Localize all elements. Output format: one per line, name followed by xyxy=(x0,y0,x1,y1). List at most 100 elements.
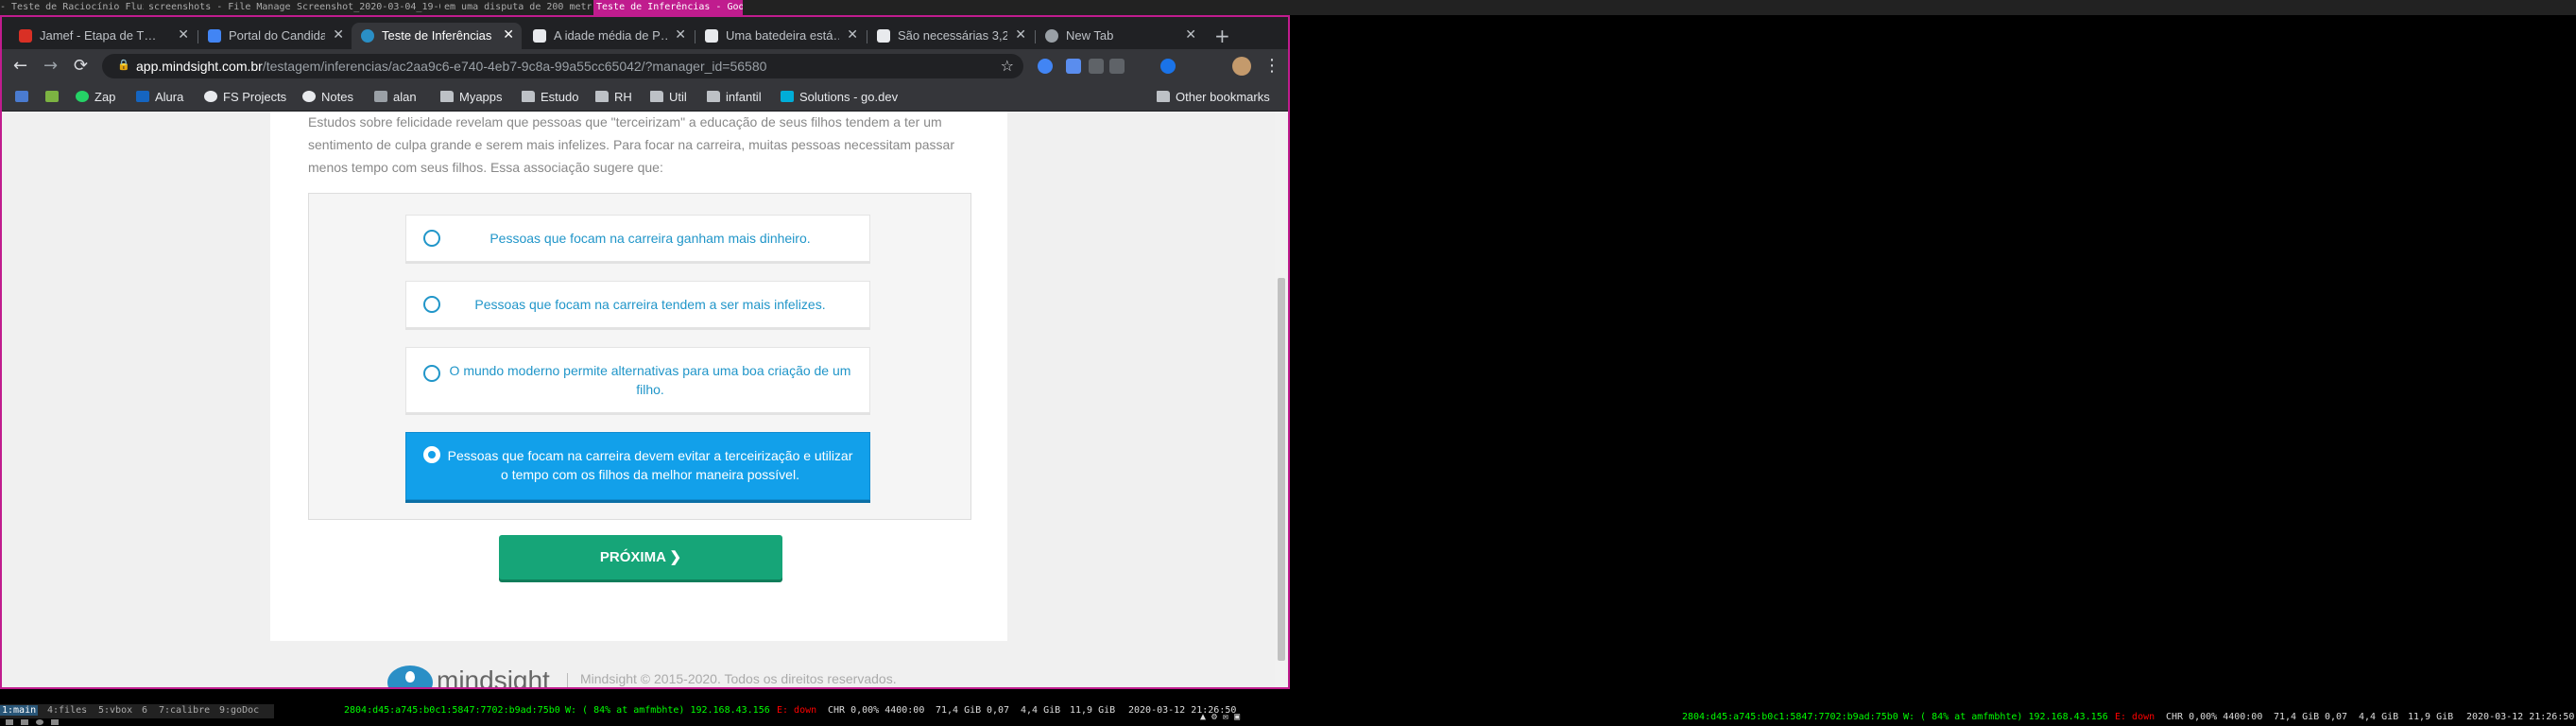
bookmark-star-icon[interactable]: ☆ xyxy=(1001,57,1014,75)
memory-status: 71,4 GiB xyxy=(936,705,982,716)
window-title[interactable]: em uma disputa de 200 metros rasos entre… xyxy=(444,2,592,12)
extension-icon[interactable] xyxy=(1160,59,1176,74)
terminal-icon[interactable] xyxy=(6,719,13,725)
tab-teste-inferencias[interactable]: Teste de Inferências ✕ xyxy=(352,23,522,49)
bookmark-go-dev[interactable]: Solutions - go.dev xyxy=(781,90,898,104)
bookmark-notes[interactable]: Notes xyxy=(302,90,353,104)
tab-label: New Tab xyxy=(1066,28,1114,43)
page-scrollbar[interactable] xyxy=(1275,112,1288,687)
page-viewport: Estudos sobre felicidade revelam que pes… xyxy=(2,112,1275,689)
reload-icon[interactable]: ⟳ xyxy=(74,56,88,76)
bookmark-folder-rh[interactable]: RH xyxy=(595,90,632,104)
window-title[interactable]: - Teste de Raciocínio Fluido | DISCUTIND… xyxy=(0,2,144,12)
other-bookmarks[interactable]: Other bookmarks xyxy=(1157,90,1270,104)
close-tab-icon[interactable]: ✕ xyxy=(1185,26,1196,43)
bookmark-dd[interactable] xyxy=(45,90,59,104)
back-icon[interactable]: ← xyxy=(13,56,27,76)
url-text[interactable]: app.mindsight.com.br/testagem/inferencia… xyxy=(136,59,766,74)
system-status-bar: 1:main 4:files 5:vbox 6 7:calibre 9:goDo… xyxy=(0,704,2576,726)
address-bar[interactable]: 🔒 app.mindsight.com.br/testagem/inferenc… xyxy=(102,54,1023,78)
option-1[interactable]: Pessoas que focam na carreira ganham mai… xyxy=(405,215,870,262)
dd-icon xyxy=(45,91,59,102)
disk-status: 4,4 GiB xyxy=(1021,705,1061,716)
radio-button[interactable] xyxy=(423,365,440,382)
folder-icon xyxy=(595,91,609,102)
mindsight-logo-text: mindsight xyxy=(437,666,550,689)
bookmark-fs-projects[interactable]: FS Projects xyxy=(204,90,286,104)
bookmark-icon xyxy=(705,29,718,43)
tab-batedeira[interactable]: Uma batedeira está… ✕ xyxy=(696,23,866,49)
profile-avatar[interactable] xyxy=(1232,57,1251,76)
load-status-secondary: 0,07 xyxy=(2325,712,2348,722)
bookmark-folder-infantil[interactable]: infantil xyxy=(707,90,762,104)
workspace-godoc[interactable]: 9:goDoc xyxy=(219,705,259,716)
bookmark-folder-util[interactable]: Util xyxy=(650,90,687,104)
extension-icon[interactable] xyxy=(1109,59,1125,74)
options-panel: Pessoas que focam na carreira ganham mai… xyxy=(308,193,971,520)
option-text: Pessoas que focam na carreira devem evit… xyxy=(447,448,853,482)
workspace-vbox[interactable]: 5:vbox xyxy=(98,705,132,716)
url-path: /testagem/inferencias/ac2aa9c6-e740-4eb7… xyxy=(262,59,767,74)
option-2[interactable]: Pessoas que focam na carreira tendem a s… xyxy=(405,281,870,328)
url-domain: app.mindsight.com.br xyxy=(136,59,263,74)
bookmark-alura[interactable]: Alura xyxy=(136,90,183,104)
close-tab-icon[interactable]: ✕ xyxy=(1015,26,1026,43)
tab-label: Uma batedeira está… xyxy=(726,28,839,43)
google-extension-icon[interactable] xyxy=(1038,59,1053,74)
scrollbar-thumb[interactable] xyxy=(1278,278,1285,661)
folder-icon xyxy=(650,91,663,102)
wifi-status-secondary: W: ( 84% at amfmbhte) 192.168.43.156 xyxy=(1903,712,2108,722)
tab-idade-media[interactable]: A idade média de P… ✕ xyxy=(524,23,694,49)
bookmark-icon xyxy=(533,29,546,43)
window-title[interactable]: Screenshot_2020-03-04_19-08-38.png - 272… xyxy=(297,2,440,12)
alura-icon xyxy=(136,91,149,102)
workspace-files[interactable]: 4:files xyxy=(47,705,87,716)
tab-portal[interactable]: Portal do Candidat… ✕ xyxy=(198,23,352,49)
radio-button[interactable] xyxy=(423,296,440,313)
chrome-icon[interactable] xyxy=(36,719,43,725)
clock-secondary: 2020-03-12 21:26:50 xyxy=(2466,712,2575,722)
folder-icon xyxy=(522,91,535,102)
bookmark-ev[interactable] xyxy=(15,90,28,104)
folder-icon xyxy=(707,91,720,102)
active-window-title[interactable]: Teste de Inferências - Google Chrome xyxy=(593,0,743,15)
forward-icon[interactable]: → xyxy=(43,56,58,76)
gear-icon[interactable] xyxy=(51,719,59,725)
image-icon xyxy=(374,91,387,102)
tab-jamef[interactable]: Jamef - Etapa de T… ✕ xyxy=(9,23,197,49)
radio-button-checked[interactable] xyxy=(423,446,440,463)
close-tab-icon[interactable]: ✕ xyxy=(178,26,189,43)
lock-icon[interactable]: 🔒 xyxy=(117,59,130,71)
close-tab-icon[interactable]: ✕ xyxy=(675,26,686,43)
shield-extension-icon[interactable] xyxy=(1066,59,1081,74)
workspace-main[interactable]: 1:main xyxy=(0,705,39,716)
ethernet-status-secondary: E: down xyxy=(2115,712,2155,722)
option-3[interactable]: O mundo moderno permite alternativas par… xyxy=(405,347,870,413)
ev-icon xyxy=(15,91,28,102)
close-tab-icon[interactable]: ✕ xyxy=(503,26,514,43)
close-tab-icon[interactable]: ✕ xyxy=(333,26,344,43)
option-4-selected[interactable]: Pessoas que focam na carreira devem evit… xyxy=(405,432,870,500)
next-button[interactable]: PRÓXIMA ❯ xyxy=(499,535,782,579)
file-icon[interactable] xyxy=(21,719,28,725)
tab-sao-necessarias[interactable]: São necessárias 3,2… ✕ xyxy=(867,23,1034,49)
close-tab-icon[interactable]: ✕ xyxy=(847,26,858,43)
extension-icon[interactable] xyxy=(1089,59,1104,74)
bookmark-alan[interactable]: alan xyxy=(374,90,417,104)
portal-icon xyxy=(208,29,221,43)
window-title[interactable]: screenshots - File Manager xyxy=(148,2,290,12)
workspace-calibre[interactable]: 7:calibre xyxy=(159,705,210,716)
menu-icon[interactable]: ⋮ xyxy=(1263,56,1280,76)
swap-status-secondary: 11,9 GiB xyxy=(2408,712,2454,722)
tray-left-icons xyxy=(0,718,113,726)
workspace-6[interactable]: 6 xyxy=(142,705,147,716)
page-footer: mindsight Mindsight © 2015-2020. Todos o… xyxy=(387,666,954,689)
cpu-status-secondary: CHR 0,00% 4400:00 xyxy=(2166,712,2263,722)
tab-new-tab[interactable]: New Tab ✕ xyxy=(1036,23,1204,49)
bookmark-folder-myapps[interactable]: Myapps xyxy=(440,90,503,104)
radio-button[interactable] xyxy=(423,230,440,247)
option-text: Pessoas que focam na carreira ganham mai… xyxy=(489,231,811,246)
bookmark-folder-estudo[interactable]: Estudo xyxy=(522,90,578,104)
bookmark-zap[interactable]: Zap xyxy=(76,90,115,104)
new-tab-icon[interactable]: + xyxy=(1214,25,1230,47)
